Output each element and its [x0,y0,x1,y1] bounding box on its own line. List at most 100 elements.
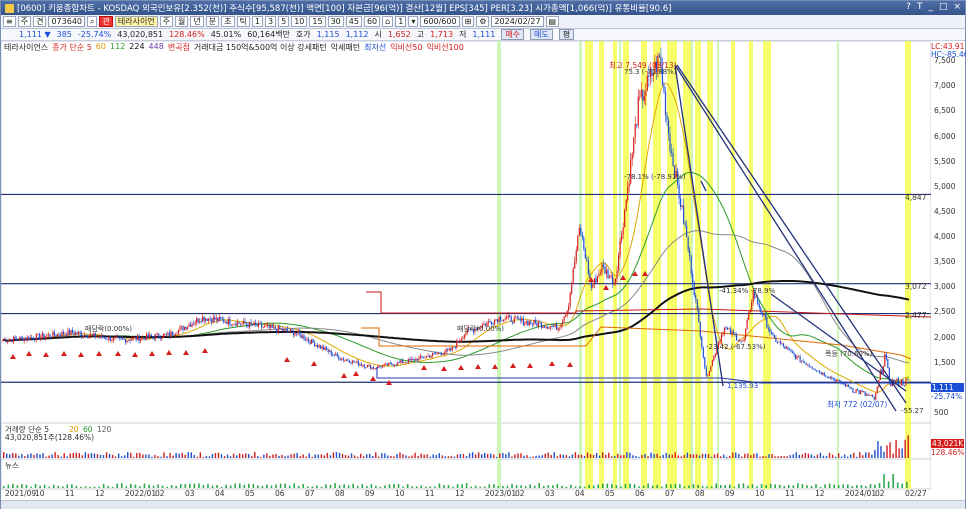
high-price: 1,713 [430,30,454,39]
volume-bar [278,455,280,458]
news-bar [538,483,541,488]
minute-45[interactable]: 45 [345,16,362,27]
minute-3[interactable]: 3 [265,16,277,27]
calendar-icon[interactable]: ▤ [545,16,560,27]
legend-extra2[interactable]: 거래대금 150억&500억 이상 강세패턴 [194,42,327,53]
legend-ma224[interactable]: 224 [129,42,144,53]
news-bar [715,483,717,488]
volume-bar [514,454,516,458]
maximize-button[interactable]: □ [939,2,948,12]
count-input[interactable]: 1 [395,16,407,27]
volume-bar [662,454,664,458]
candle-body [531,323,533,325]
legend-name[interactable]: 테라사이언스 [4,42,48,53]
flat-button[interactable]: 평 [558,29,575,40]
x-tick-label: 10 [395,489,405,498]
news-bar [851,486,854,488]
period-day[interactable]: 주 [159,16,174,27]
candle-body [229,318,231,325]
news-bar [43,484,46,488]
candle-body [689,250,691,256]
legend-extra1[interactable]: 변곡점 [168,42,190,53]
candle-body [820,372,822,375]
minute-10[interactable]: 10 [291,16,308,27]
zoom-input[interactable]: 600/600 [420,16,460,27]
volume-bar [762,456,764,458]
date-input[interactable]: 2024/02/27 [491,16,544,27]
lock-icon[interactable]: ⌂ [382,16,394,27]
pin-button[interactable]: T [917,2,923,12]
expand-icon[interactable]: ⊞ [461,16,475,27]
news-bar [574,486,577,488]
candle-body [610,275,612,277]
candle-body [38,333,40,339]
candle-body [59,335,62,337]
period-month[interactable]: 년 [190,16,204,27]
legend-extra4[interactable]: 최저선 [364,42,386,53]
volume-bar [359,453,362,458]
legend-ma112[interactable]: 112 [110,42,125,53]
code-input[interactable]: 073640 [48,16,85,27]
minimize-button[interactable]: _ [928,2,933,12]
help-button[interactable]: ? [906,2,911,12]
volume-bar [229,456,232,458]
close-button[interactable]: × [953,2,961,12]
candle-body [782,343,785,347]
period-minute[interactable]: 초 [221,16,235,27]
minute-15[interactable]: 15 [309,16,326,27]
news-bar [220,486,223,488]
company-name[interactable]: 테라사이언 [114,16,158,27]
candle-body [888,367,890,384]
volume-bar [154,454,156,458]
chart-scrollbar[interactable] [1,500,965,509]
news-bar [497,486,500,488]
candle-body [407,358,409,363]
legend-extra6[interactable]: 익비선100 [426,42,463,53]
candle-body [451,346,453,351]
sell-button[interactable]: 매도 [530,29,553,40]
candle-body [785,347,788,349]
candle-body [863,391,865,393]
x-tick-label: 02 [875,489,885,498]
search-icon[interactable]: ⌕ [87,16,98,27]
price-tick-label: 1,500 [934,357,956,367]
news-bar [905,481,908,488]
legend-extra5[interactable]: 익비선50 [390,42,422,53]
period-year[interactable]: 분 [205,16,220,27]
price-chart[interactable]: 최고 7,549 (03/13) 75.3 (-71.88%) -78.1% (… [1,41,931,491]
volume-bar [175,452,177,458]
legend-ma60[interactable]: 60 [96,42,106,53]
volume-bar [127,452,129,458]
settings-icon[interactable]: ⚙ [476,16,490,27]
volume-bar [623,455,625,458]
buy-button[interactable]: 매수 [501,29,525,40]
candle-body [31,337,33,339]
type-select[interactable]: 견 [33,16,47,27]
candle-body [416,358,419,361]
menu-icon[interactable]: ≡ [3,16,16,27]
legend-ma5[interactable]: 종가 단순 5 [52,42,92,53]
candle-body [755,297,757,298]
legend-extra3[interactable]: 악세패턴 [331,42,360,53]
minute-5[interactable]: 5 [278,16,290,27]
candle-body [713,355,715,361]
minute-1[interactable]: 1 [251,16,264,27]
volume-bar [807,453,810,458]
volume-bar [9,454,11,458]
news-bar [279,483,282,488]
candle-body [112,337,115,341]
period-week[interactable]: 월 [175,16,189,27]
minute-60[interactable]: 60 [363,16,381,27]
news-bar [116,483,119,488]
period-tick[interactable]: 틱 [236,16,250,27]
legend-ma448[interactable]: 448 [149,42,164,53]
mode-select[interactable]: 주 [17,16,32,27]
news-bar [542,485,545,488]
minute-30[interactable]: 30 [327,16,344,27]
candle-body [224,321,226,323]
news-bar [366,486,368,488]
volume-bar [550,454,552,458]
dropdown-icon[interactable]: ▾ [408,16,419,27]
volume-bar [716,453,719,458]
news-bar [352,483,354,488]
